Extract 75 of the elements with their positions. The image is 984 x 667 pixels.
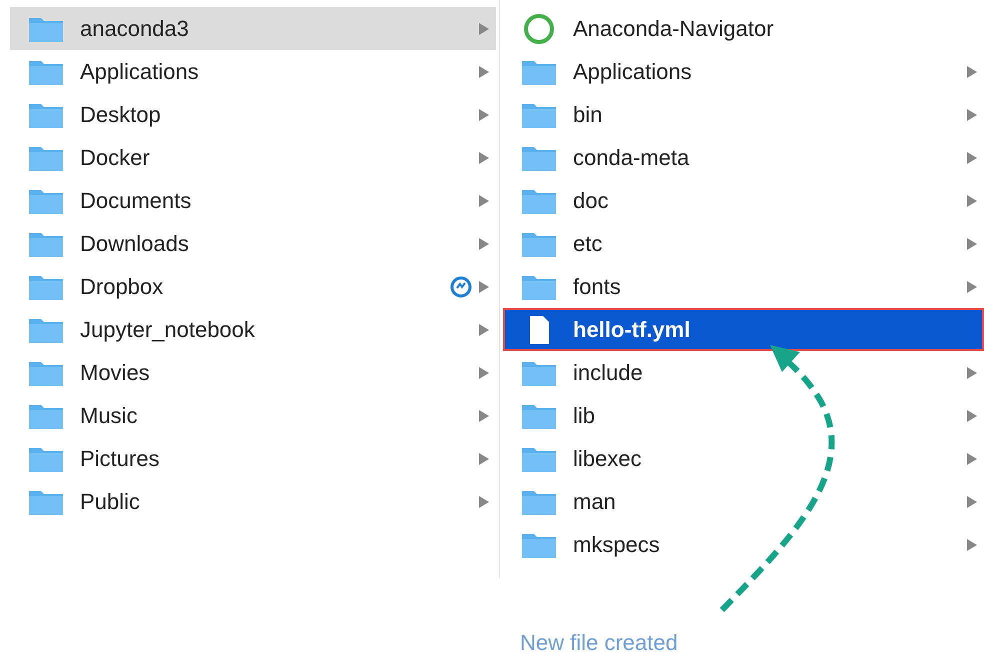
disclosure-icon[interactable] <box>478 280 490 294</box>
disclosure-icon[interactable] <box>478 64 490 78</box>
file-name: Docker <box>80 144 150 172</box>
file-name: Anaconda-Navigator <box>573 15 774 43</box>
disclosure-icon[interactable] <box>478 494 490 508</box>
file-name: Dropbox <box>80 273 164 301</box>
file-name: Music <box>80 402 138 430</box>
file-row[interactable]: mkspecs <box>503 523 984 566</box>
file-row[interactable]: anaconda3 <box>10 7 496 50</box>
disclosure-icon[interactable] <box>478 452 490 466</box>
file-row[interactable]: hello-tf.yml <box>503 308 984 351</box>
file-name: conda-meta <box>573 144 690 172</box>
file-name: mkspecs <box>573 531 660 559</box>
disclosure-icon[interactable] <box>478 22 490 36</box>
file-name: Downloads <box>80 230 189 258</box>
file-row[interactable]: Applications <box>503 50 984 93</box>
file-row[interactable]: Movies <box>10 351 496 394</box>
file-name: lib <box>573 402 596 430</box>
disclosure-icon[interactable] <box>478 322 490 336</box>
file-name: bin <box>573 101 602 129</box>
disclosure-icon[interactable] <box>478 150 490 164</box>
file-row[interactable]: Applications <box>10 50 496 93</box>
file-name: Jupyter_notebook <box>80 316 255 344</box>
disclosure-icon[interactable] <box>966 408 978 422</box>
disclosure-icon[interactable] <box>966 452 978 466</box>
file-row[interactable]: Dropbox <box>10 265 496 308</box>
file-name: anaconda3 <box>80 15 189 43</box>
disclosure-icon[interactable] <box>478 194 490 208</box>
file-name: Documents <box>80 187 192 215</box>
file-row[interactable]: Desktop <box>10 93 496 136</box>
file-row[interactable]: Jupyter_notebook <box>10 308 496 351</box>
file-row[interactable]: fonts <box>503 265 984 308</box>
file-row[interactable]: conda-meta <box>503 136 984 179</box>
file-row[interactable]: Pictures <box>10 437 496 480</box>
file-name: doc <box>573 187 608 215</box>
disclosure-icon[interactable] <box>966 150 978 164</box>
file-name: man <box>573 488 616 516</box>
file-name: Desktop <box>80 101 161 129</box>
annotation-caption: New file created <box>520 630 678 655</box>
disclosure-icon[interactable] <box>478 108 490 122</box>
file-row[interactable]: Anaconda-Navigator <box>503 7 984 50</box>
disclosure-icon[interactable] <box>966 494 978 508</box>
file-name: etc <box>573 230 602 258</box>
ring-icon <box>521 12 557 44</box>
file-row[interactable]: Downloads <box>10 222 496 265</box>
disclosure-icon[interactable] <box>478 366 490 380</box>
file-row[interactable]: Documents <box>10 179 496 222</box>
file-name: Public <box>80 488 140 516</box>
disclosure-icon[interactable] <box>478 236 490 250</box>
disclosure-icon[interactable] <box>478 408 490 422</box>
disclosure-icon[interactable] <box>966 538 978 552</box>
file-name: Applications <box>80 58 199 86</box>
file-row[interactable]: Public <box>10 480 496 523</box>
file-row[interactable]: doc <box>503 179 984 222</box>
file-row[interactable]: man <box>503 480 984 523</box>
file-row[interactable]: include <box>503 351 984 394</box>
file-row[interactable]: Docker <box>10 136 496 179</box>
disclosure-icon[interactable] <box>966 366 978 380</box>
file-row[interactable]: lib <box>503 394 984 437</box>
file-name: hello-tf.yml <box>573 316 690 344</box>
file-row[interactable]: libexec <box>503 437 984 480</box>
file-row[interactable]: bin <box>503 93 984 136</box>
file-name: fonts <box>573 273 621 301</box>
file-row[interactable]: Music <box>10 394 496 437</box>
file-name: Movies <box>80 359 150 387</box>
file-name: include <box>573 359 643 387</box>
disclosure-icon[interactable] <box>966 108 978 122</box>
disclosure-icon[interactable] <box>966 194 978 208</box>
file-name: Pictures <box>80 445 160 473</box>
disclosure-icon[interactable] <box>966 64 978 78</box>
file-row[interactable]: etc <box>503 222 984 265</box>
disclosure-icon[interactable] <box>966 236 978 250</box>
disclosure-icon[interactable] <box>966 280 978 294</box>
file-name: Applications <box>573 58 692 86</box>
file-name: libexec <box>573 445 642 473</box>
